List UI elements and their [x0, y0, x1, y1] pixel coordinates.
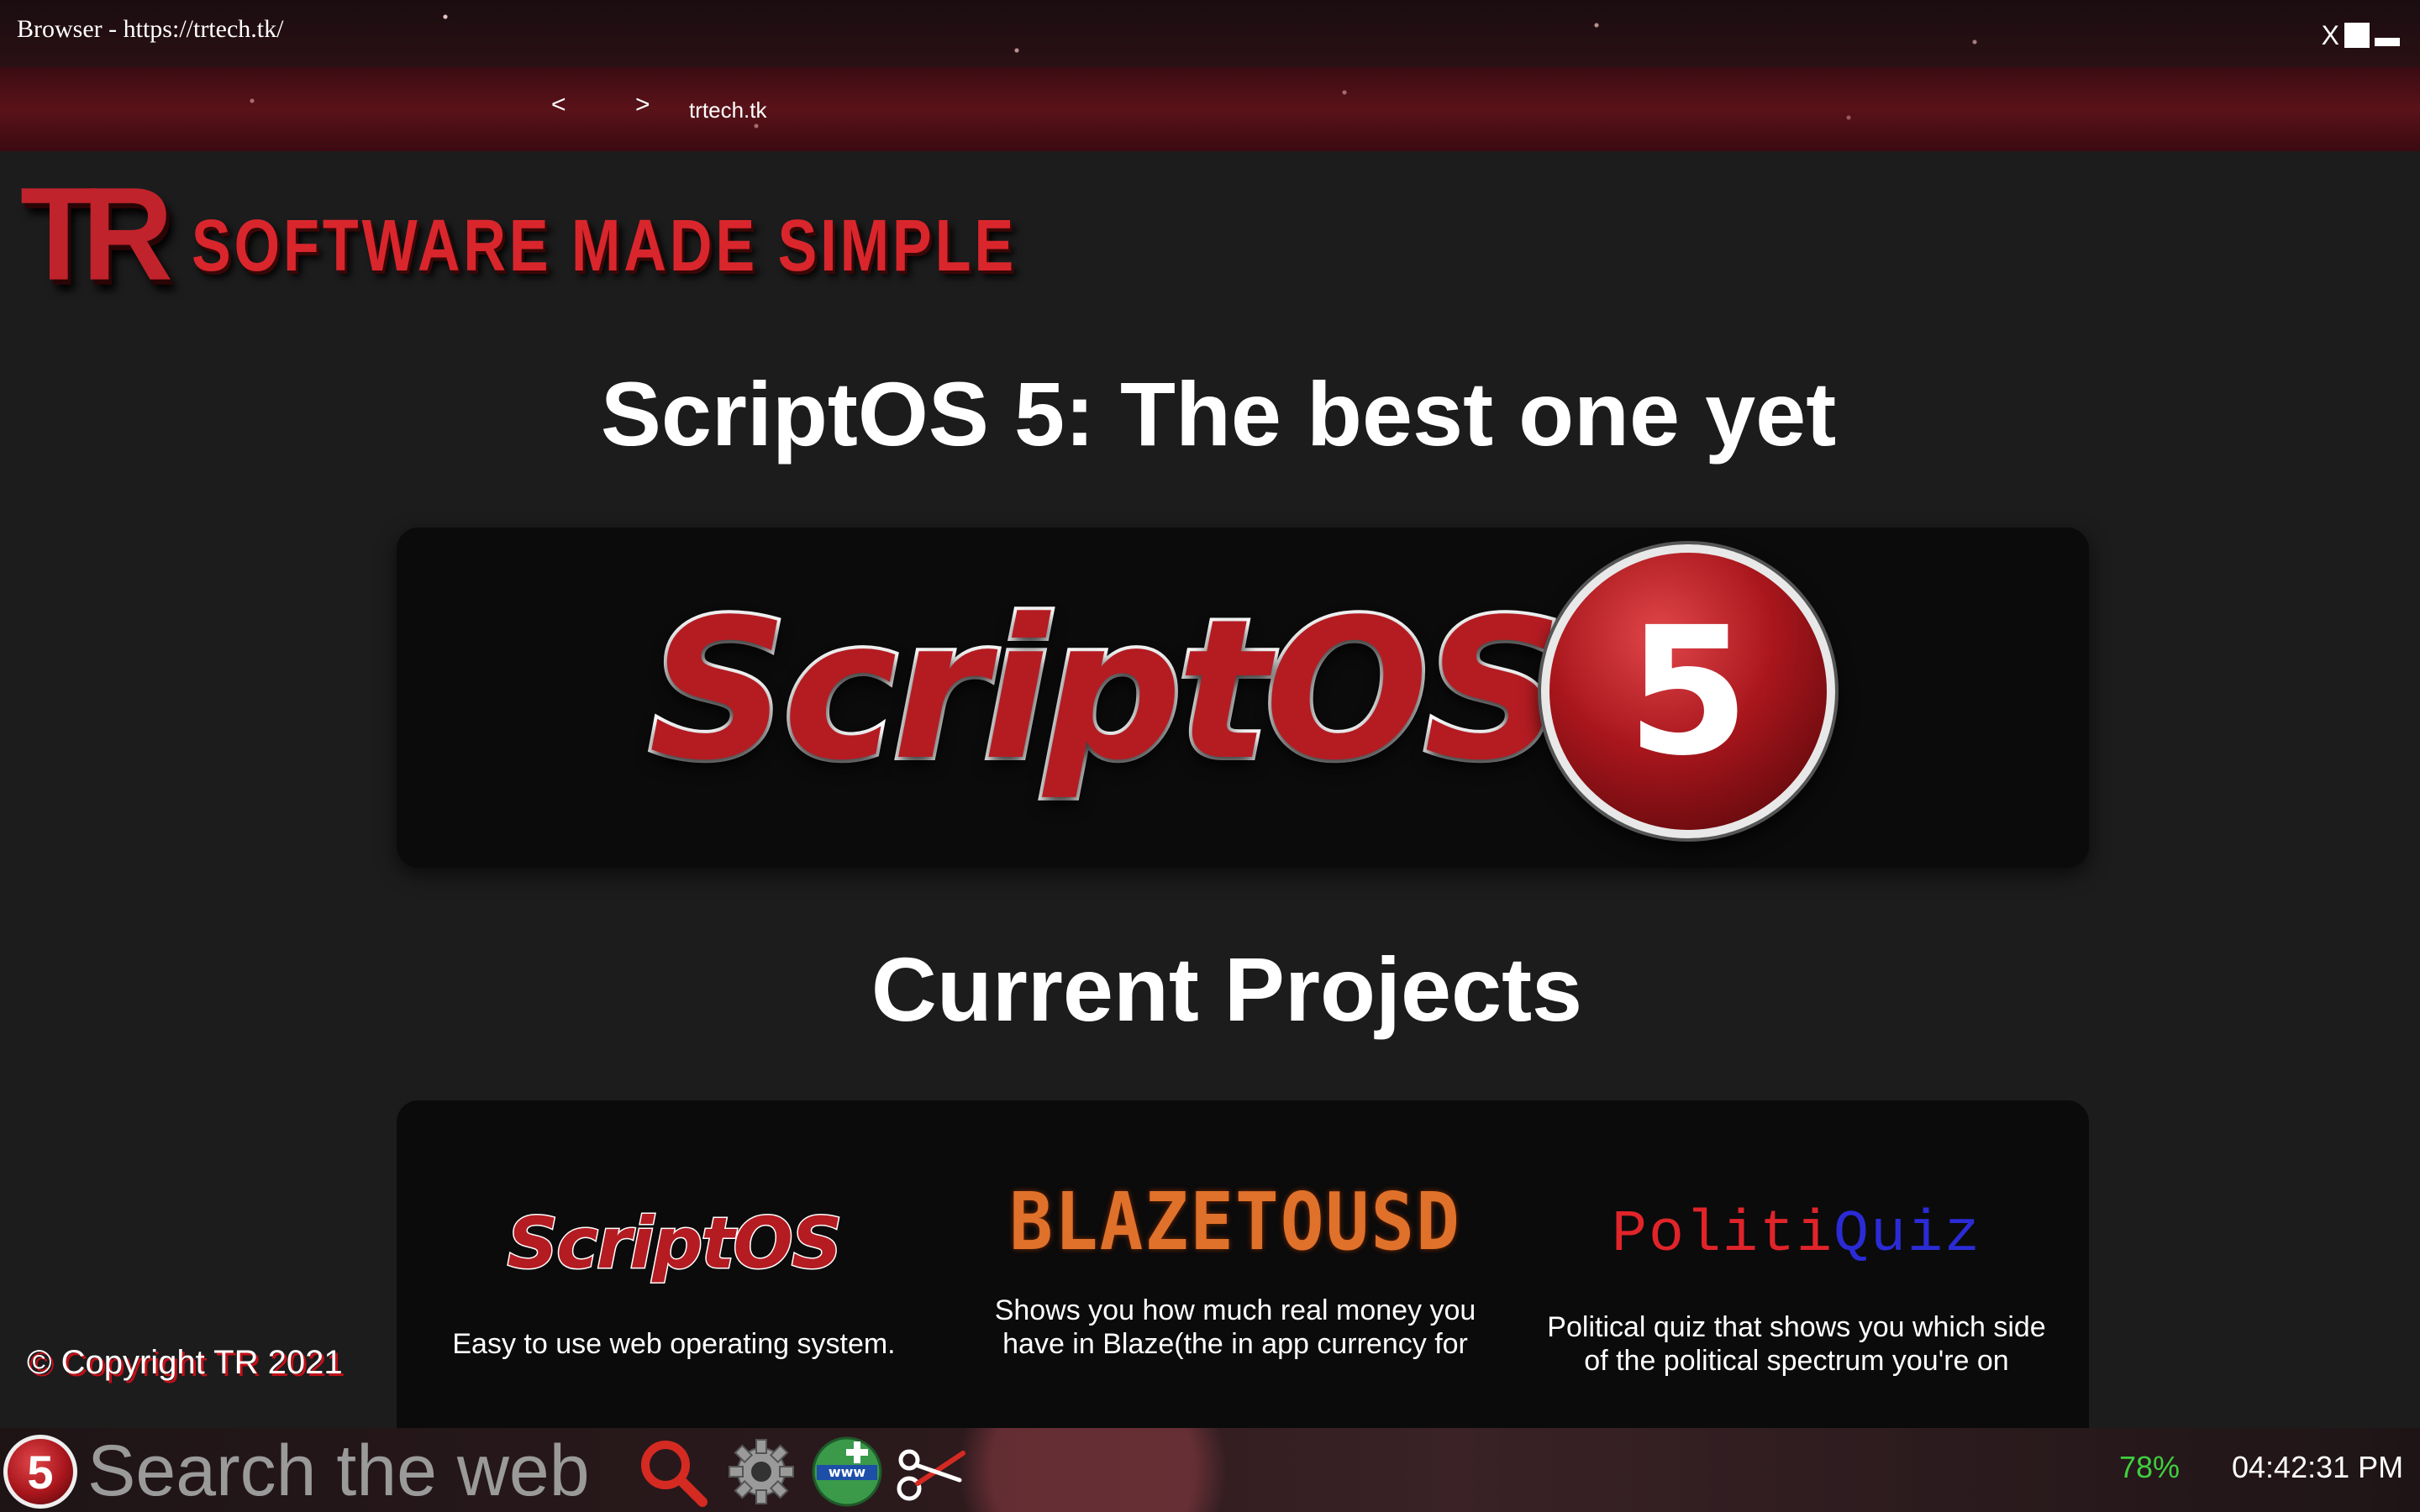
scriptos-5-logo: ScriptOS 5: [645, 544, 1836, 838]
browser-navbar: < > trtech.tk: [0, 67, 2420, 151]
project-logo: PolitiQuiz: [1519, 1151, 2074, 1302]
back-button[interactable]: <: [551, 91, 566, 119]
project-scriptos[interactable]: ScriptOS Easy to use web operating syste…: [397, 1100, 951, 1361]
svg-text:www: www: [829, 1464, 866, 1480]
web-page: TR SOFTWARE MADE SIMPLE ScriptOS 5: The …: [0, 151, 2420, 1428]
politiquiz-logo-part2: Quiz: [1833, 1201, 1982, 1268]
search-icon[interactable]: [635, 1435, 709, 1509]
politiquiz-logo-part1: Politi: [1611, 1201, 1833, 1268]
start-button[interactable]: 5: [3, 1435, 77, 1509]
window-controls: X: [2322, 22, 2400, 49]
taskbar: 5 www 78% 04:42:31 PM: [0, 1428, 2420, 1512]
battery-indicator: 78%: [2119, 1450, 2181, 1484]
project-description: Shows you how much real money you have i…: [994, 1294, 1476, 1360]
scissors-icon[interactable]: [892, 1435, 966, 1509]
project-politiquiz[interactable]: PolitiQuiz Political quiz that shows you…: [1519, 1100, 2074, 1378]
projects-panel: ScriptOS Easy to use web operating syste…: [397, 1100, 2089, 1428]
window-titlebar: Browser - https://trtech.tk/ X: [0, 0, 2420, 67]
address-bar[interactable]: trtech.tk: [689, 97, 766, 123]
project-logo: ScriptOS: [397, 1151, 951, 1302]
blazetousd-project-logo: BLAZETOUSD: [1009, 1176, 1461, 1268]
politiquiz-project-logo: PolitiQuiz: [1612, 1202, 1981, 1268]
site-tagline: SOFTWARE MADE SIMPLE: [191, 204, 1018, 286]
web-search-input[interactable]: [87, 1433, 625, 1509]
hero-title: ScriptOS 5: The best one yet: [600, 363, 1837, 465]
scriptos-logo-word: ScriptOS: [645, 575, 1566, 806]
project-blazetousd[interactable]: BLAZETOUSD Shows you how much real money…: [958, 1100, 1512, 1361]
browser-www-icon[interactable]: www: [810, 1435, 884, 1509]
version-badge: 5: [1541, 544, 1836, 838]
copyright-notice: © Copyright TR 2021: [27, 1344, 343, 1381]
settings-gear-icon[interactable]: [724, 1435, 798, 1509]
project-description: Easy to use web operating system.: [452, 1328, 896, 1360]
clock: 04:42:31 PM: [2232, 1450, 2404, 1484]
forward-button[interactable]: >: [635, 91, 650, 119]
projects-heading: Current Projects: [871, 938, 1583, 1040]
project-logo: BLAZETOUSD: [958, 1151, 1512, 1302]
window-title: Browser - https://trtech.tk/: [17, 15, 284, 43]
project-description: Political quiz that shows you which side…: [1547, 1311, 2046, 1377]
minimize-button[interactable]: [2375, 38, 2400, 46]
close-button[interactable]: X: [2322, 22, 2339, 49]
site-logo[interactable]: TR SOFTWARE MADE SIMPLE: [20, 167, 1018, 300]
maximize-button[interactable]: [2344, 23, 2370, 48]
tr-logo: TR: [20, 159, 173, 308]
hero-banner: ScriptOS 5: [397, 528, 2089, 868]
scriptos-project-logo: ScriptOS: [506, 1201, 844, 1286]
